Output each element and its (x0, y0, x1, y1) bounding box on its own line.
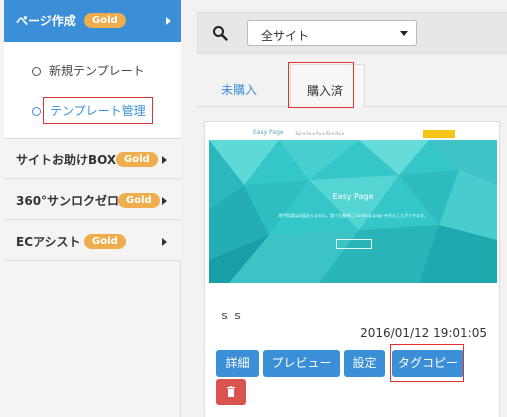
sidebar-item-page-create[interactable]: ページ作成 Gold (4, 0, 181, 42)
trash-icon (227, 386, 235, 397)
detail-button[interactable]: 詳細 (216, 350, 259, 377)
search-bar: 全サイト (197, 12, 507, 54)
sidebar-submenu: 新規テンプレート テンプレート管理 (4, 42, 181, 139)
gold-badge: Gold (118, 193, 160, 208)
sidebar-item-site-help-box[interactable]: サイトお助けBOX Gold (4, 139, 181, 179)
sidebar-item-label: サイトお助けBOX (16, 153, 117, 167)
sidebar-subitem-label: 新規テンプレート (49, 64, 145, 78)
circle-icon (32, 107, 41, 116)
tab-purchased[interactable]: 購入済 (288, 62, 365, 108)
preview-button[interactable]: プレビュー (263, 350, 340, 377)
sidebar-subitem-label: テンプレート管理 (43, 97, 153, 124)
sidebar: ページ作成 Gold 新規テンプレート テンプレート管理 サイトお助けBOX G… (0, 0, 181, 417)
delete-button[interactable] (216, 379, 246, 405)
template-date: 2016/01/12 19:01:05 (360, 326, 487, 340)
thumbnail-title: Easy Page (332, 192, 374, 201)
sidebar-item-label: ECアシスト (16, 235, 81, 249)
chevron-down-icon (400, 31, 408, 36)
settings-button[interactable]: 設定 (344, 350, 385, 377)
template-name: ｓｓ (219, 309, 245, 322)
polygon-background (209, 140, 497, 283)
chevron-right-icon (162, 156, 167, 164)
tab-label: 購入済 (307, 84, 344, 98)
gold-badge: Gold (116, 152, 158, 167)
thumbnail-logo: Easy Page (253, 129, 284, 136)
gold-badge: Gold (84, 234, 126, 249)
tab-unpurchased[interactable]: 未購入 (221, 81, 257, 98)
thumbnail-cta (336, 239, 372, 249)
chevron-right-icon (162, 238, 167, 246)
sidebar-subitem-template-manage[interactable]: テンプレート管理 (32, 97, 153, 124)
sidebar-item-label: 360°サンロクゼロ (16, 194, 120, 208)
chevron-right-icon (162, 197, 167, 205)
circle-icon (32, 67, 41, 76)
sidebar-item-ec-assist[interactable]: ECアシスト Gold (4, 221, 181, 261)
template-thumbnail[interactable]: Easy Page 専門知識は必要ありません。誰でも簡単に Landing pa… (209, 140, 497, 283)
sidebar-subitem-new-template[interactable]: 新規テンプレート (32, 62, 145, 79)
search-icon[interactable] (212, 25, 228, 41)
sidebar-item-360[interactable]: 360°サンロクゼロ Gold (4, 180, 181, 220)
thumbnail-nav: Top ▾ Ra ▾ Ra ▾ Ra ▾ Ra ▾ (295, 131, 344, 136)
sidebar-item-label: ページ作成 (16, 14, 76, 28)
tag-copy-button[interactable]: タグコピー (392, 350, 464, 377)
gold-badge: Gold (84, 13, 126, 28)
template-card: Easy Page Top ▾ Ra ▾ Ra ▾ Ra ▾ Ra ▾ Easy… (204, 121, 500, 417)
site-select-value: 全サイト (261, 29, 310, 43)
thumbnail-subtitle: 専門知識は必要ありません。誰でも簡単に Landing page を作ることがで… (278, 213, 428, 218)
site-select[interactable]: 全サイト (247, 20, 417, 46)
chevron-right-icon (166, 17, 171, 25)
thumbnail-header-button (423, 130, 455, 138)
